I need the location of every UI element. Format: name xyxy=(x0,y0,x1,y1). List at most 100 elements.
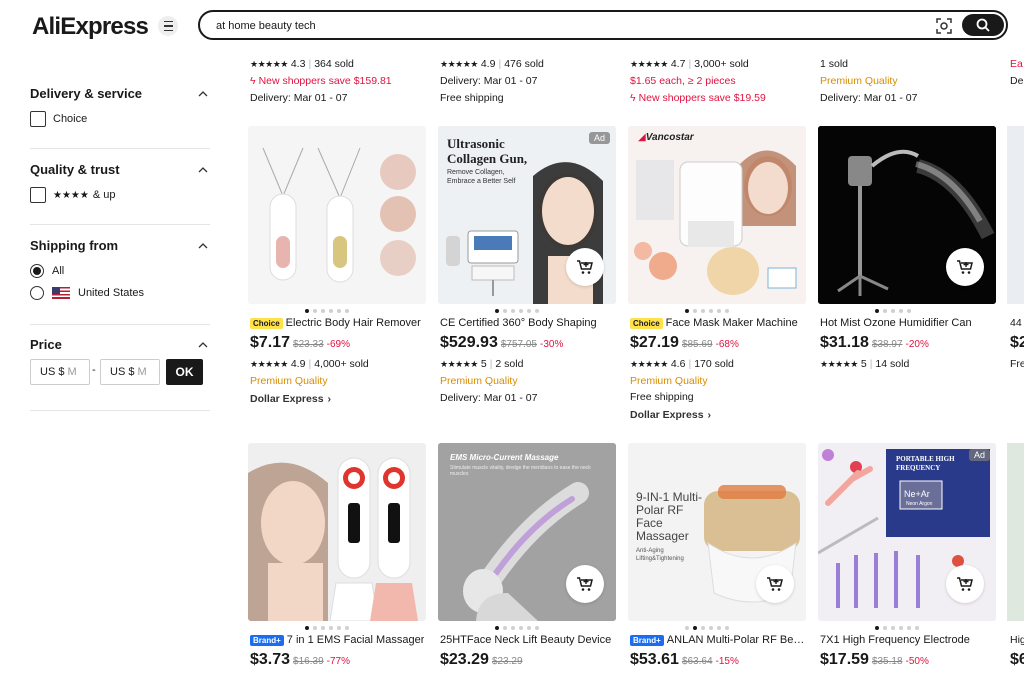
rating-value: 4.6 xyxy=(670,358,686,370)
add-to-cart-button[interactable] xyxy=(566,248,604,286)
image-carousel-dots[interactable] xyxy=(495,626,539,630)
product-card[interactable]: PORTABLE HIGH FREQUENCY Ne+Ar Neon Argon… xyxy=(818,443,996,674)
image-carousel-dots[interactable] xyxy=(305,626,349,630)
price-filter-title[interactable]: Price xyxy=(30,337,210,352)
product-card[interactable]: Ultrasonic Collagen Gun, Remove Collagen… xyxy=(438,126,616,416)
product-image[interactable]: EMS Micro-Current Massage Stimulate musc… xyxy=(438,443,616,621)
discount-percent: -30% xyxy=(540,339,564,350)
add-to-cart-button[interactable] xyxy=(756,565,794,603)
rating-line: ★★★★★ 4.9 | 4,000+ sold xyxy=(250,358,369,370)
product-title[interactable]: 7X1 High Frequency Electrode xyxy=(820,634,996,646)
max-price-input[interactable]: US $ M xyxy=(100,359,160,385)
product-card[interactable]: 9-IN-1 Multi-Polar RF Face Massager Anti… xyxy=(628,443,806,674)
search-input[interactable] xyxy=(216,16,916,36)
product-title[interactable]: Brand+ ANLAN Multi-Polar RF Beauty xyxy=(630,634,806,646)
product-title-text: Face Mask Maker Machine xyxy=(665,317,798,329)
delivery-line: Delivery: Mar 01 - 07 xyxy=(820,92,918,104)
price-ok-button[interactable]: OK xyxy=(166,359,203,385)
aliexpress-logo[interactable]: AliExpress xyxy=(32,12,154,42)
quality-filter-title[interactable]: Quality & trust xyxy=(30,162,210,177)
product-card-partial[interactable]: 44 $2 Fre xyxy=(1007,126,1024,376)
shipping-line: Fre xyxy=(1010,358,1024,370)
product-image[interactable] xyxy=(818,126,996,304)
product-title[interactable]: Brand+ 7 in 1 EMS Facial Massager xyxy=(250,634,426,646)
product-title[interactable]: Choice Electric Body Hair Remover xyxy=(250,317,426,329)
search-button[interactable] xyxy=(962,14,1004,36)
image-subline: Remove Collagen, Embrace a Better Self xyxy=(447,169,516,185)
product-title-text: Hig xyxy=(1010,634,1024,646)
sold-count: 2 sold xyxy=(495,358,524,370)
rating-checkbox[interactable] xyxy=(30,187,46,203)
brand-v-icon: ◢ xyxy=(638,132,646,143)
hamburger-icon xyxy=(163,19,173,33)
star-rating-icon: ★★★★★ xyxy=(630,358,668,369)
flame-icon: ϟ xyxy=(250,75,256,87)
delivery-filter-title[interactable]: Delivery & service xyxy=(30,86,210,101)
product-card[interactable]: ◢Vancostar Choice Face Mask Maker Machine… xyxy=(628,126,806,426)
add-to-cart-button[interactable] xyxy=(566,565,604,603)
product-image[interactable] xyxy=(1007,443,1024,621)
product-image[interactable] xyxy=(1007,126,1024,304)
product-card[interactable]: Hot Mist Ozone Humidifier Can $31.18 $38.… xyxy=(818,126,996,376)
ship-from-all-option[interactable]: All xyxy=(30,264,64,278)
discount-percent: -69% xyxy=(326,339,350,350)
price-row: $27.19 $85.69 -68% xyxy=(630,334,739,352)
product-title[interactable]: 25HTFace Neck Lift Beauty Device xyxy=(440,634,616,646)
product-card-partial[interactable]: Ea De xyxy=(1007,58,1024,98)
discount-percent: -15% xyxy=(715,656,739,667)
product-image[interactable]: 9-IN-1 Multi-Polar RF Face Massager Anti… xyxy=(628,443,806,621)
product-image[interactable]: Ultrasonic Collagen Gun, Remove Collagen… xyxy=(438,126,616,304)
dollar-express-link[interactable]: Dollar Express › xyxy=(630,409,711,421)
chevron-up-icon[interactable] xyxy=(198,340,208,350)
min-price-input[interactable]: US $ M xyxy=(30,359,90,385)
product-card[interactable]: Choice Electric Body Hair Remover $7.17 $2… xyxy=(248,126,426,416)
divider xyxy=(30,324,210,325)
image-carousel-dots[interactable] xyxy=(495,309,539,313)
product-card[interactable]: EMS Micro-Current Massage Stimulate musc… xyxy=(438,443,616,674)
image-carousel-dots[interactable] xyxy=(685,309,729,313)
image-carousel-dots[interactable] xyxy=(685,626,729,630)
sold-count: 3,000+ sold xyxy=(694,58,749,70)
chevron-up-icon[interactable] xyxy=(198,165,208,175)
original-price: $85.69 xyxy=(681,339,713,350)
price-row: $17.59 $35.18 -50% xyxy=(820,651,929,669)
product-title[interactable]: Choice Face Mask Maker Machine xyxy=(630,317,806,329)
product-image[interactable] xyxy=(248,126,426,304)
rating-line: ★★★★★ 5 | 2 sold xyxy=(440,358,524,370)
dollar-express-text: Dollar Express xyxy=(250,393,324,405)
image-carousel-dots[interactable] xyxy=(875,309,911,313)
dollar-express-link[interactable]: Dollar Express › xyxy=(250,393,331,405)
add-to-cart-button[interactable] xyxy=(946,248,984,286)
rating-value: 5 xyxy=(860,358,867,370)
chevron-up-icon[interactable] xyxy=(198,241,208,251)
ship-from-all-radio[interactable] xyxy=(30,264,44,278)
product-image[interactable]: PORTABLE HIGH FREQUENCY Ne+Ar Neon Argon… xyxy=(818,443,996,621)
image-carousel-dots[interactable] xyxy=(875,626,919,630)
add-to-cart-icon xyxy=(957,260,973,274)
choice-filter-option[interactable]: Choice xyxy=(30,111,87,127)
product-card-partial[interactable]: Hig $6 xyxy=(1007,443,1024,674)
product-title-text: Hot Mist Ozone Humidifier Can xyxy=(820,317,972,329)
ship-from-us-option[interactable]: United States xyxy=(30,286,144,300)
chevron-up-icon[interactable] xyxy=(198,89,208,99)
delivery-line: Delivery: Mar 01 - 07 xyxy=(440,392,538,404)
image-carousel-dots[interactable] xyxy=(305,309,349,313)
brand-plus-badge: Brand+ xyxy=(630,634,664,646)
product-card[interactable]: Brand+ 7 in 1 EMS Facial Massager $3.73 $1… xyxy=(248,443,426,674)
discount-percent: -77% xyxy=(326,656,350,667)
sale-price: $23.29 xyxy=(440,651,489,668)
shipping-filter-title[interactable]: Shipping from xyxy=(30,238,210,253)
max-price-placeholder: M xyxy=(137,366,147,378)
menu-button[interactable] xyxy=(158,16,178,36)
product-image[interactable] xyxy=(248,443,426,621)
product-title[interactable]: CE Certified 360° Body Shaping xyxy=(440,317,616,329)
rating-filter-option[interactable]: ★★★★ & up xyxy=(30,187,116,203)
product-title[interactable]: Hot Mist Ozone Humidifier Can xyxy=(820,317,996,329)
product-image[interactable]: ◢Vancostar xyxy=(628,126,806,304)
add-to-cart-button[interactable] xyxy=(946,565,984,603)
choice-checkbox[interactable] xyxy=(30,111,46,127)
image-search-icon[interactable] xyxy=(935,17,953,35)
image-headline: 9-IN-1 Multi-Polar RF Face Massager xyxy=(636,490,703,543)
ship-from-us-radio[interactable] xyxy=(30,286,44,300)
quality-filter-section: Quality & trust xyxy=(30,162,210,177)
